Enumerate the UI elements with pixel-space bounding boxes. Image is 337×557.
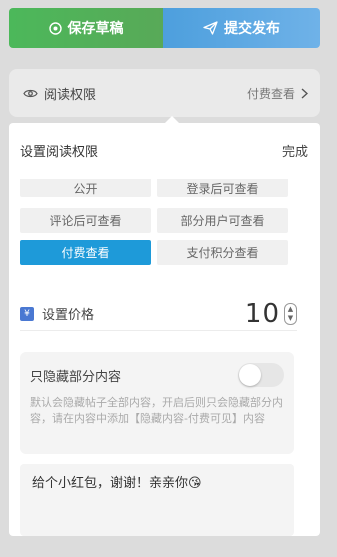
option-public[interactable]: 公开 xyxy=(20,179,151,197)
permission-panel: 设置阅读权限 完成 公开 登录后可查看 评论后可查看 部分用户可查看 付费查看 … xyxy=(9,123,320,536)
read-permission-row[interactable]: 阅读权限 付费查看 xyxy=(9,69,320,123)
message-input[interactable]: 给个小红包，谢谢！亲亲你😘 xyxy=(20,464,294,536)
popover-caret xyxy=(165,116,179,123)
option-login-required[interactable]: 登录后可查看 xyxy=(157,179,288,197)
record-icon xyxy=(48,21,62,35)
hide-partial-description: 默认会隐藏帖子全部内容，开启后则只会隐藏部分内容，请在内容中添加【隐藏内容-付费… xyxy=(30,396,283,425)
price-label: 设置价格 xyxy=(42,308,95,323)
hide-partial-section: 只隐藏部分内容 默认会隐藏帖子全部内容，开启后则只会隐藏部分内容，请在内容中添加… xyxy=(20,352,294,454)
stepper-up-icon[interactable]: ▲ xyxy=(288,305,293,314)
done-button[interactable]: 完成 xyxy=(282,141,308,160)
send-icon xyxy=(203,21,218,35)
hide-partial-toggle[interactable] xyxy=(238,363,284,387)
option-points-view[interactable]: 支付积分查看 xyxy=(157,240,288,265)
panel-header: 设置阅读权限 完成 xyxy=(9,123,320,177)
save-draft-label: 保存草稿 xyxy=(67,21,124,37)
eye-icon xyxy=(23,88,38,99)
toggle-knob xyxy=(239,364,261,386)
stepper-down-icon[interactable]: ▼ xyxy=(288,314,293,323)
option-paid-view[interactable]: 付费查看 xyxy=(20,240,151,265)
read-permission-value-text: 付费查看 xyxy=(246,86,295,101)
price-stepper[interactable]: ▲ ▼ xyxy=(284,302,297,325)
price-input[interactable]: 10 xyxy=(245,299,280,329)
chevron-right-icon xyxy=(301,87,308,99)
top-action-bar: 保存草稿 提交发布 xyxy=(9,8,320,48)
read-permission-value: 付费查看 xyxy=(247,85,308,102)
panel-title: 设置阅读权限 xyxy=(20,144,99,160)
publish-label: 提交发布 xyxy=(224,21,280,37)
read-permission-label: 阅读权限 xyxy=(44,87,97,103)
option-partial-users[interactable]: 部分用户可查看 xyxy=(157,208,288,233)
publish-button[interactable]: 提交发布 xyxy=(163,8,320,48)
save-draft-button[interactable]: 保存草稿 xyxy=(9,8,163,48)
price-row: ¥ 设置价格 10 ▲ ▼ xyxy=(20,297,297,331)
option-comment-required[interactable]: 评论后可查看 xyxy=(20,208,151,233)
price-tag-icon: ¥ xyxy=(20,306,34,321)
